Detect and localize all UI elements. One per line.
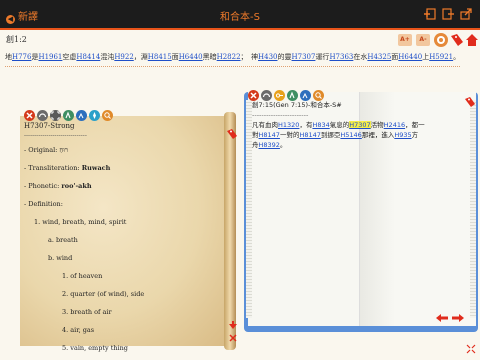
cross-reference-header: 創7:15(Gen 7:15)-和合本-S# xyxy=(252,101,342,109)
definition-item: 1. of heaven xyxy=(62,272,103,280)
arrow-right-icon[interactable] xyxy=(452,314,464,322)
headphones-icon[interactable] xyxy=(37,110,48,121)
chevron-left-icon: ◀ xyxy=(6,15,15,24)
strong-link[interactable]: H8415 xyxy=(148,53,172,61)
strong-link[interactable]: H8392 xyxy=(259,141,280,149)
verse-word: ； 神 xyxy=(240,53,259,61)
arrow-left-icon[interactable] xyxy=(436,314,448,322)
strong-link[interactable]: H7307 xyxy=(292,53,316,61)
verse-word: 面 xyxy=(171,53,179,61)
tag-icon[interactable] xyxy=(450,33,464,47)
compass-icon[interactable] xyxy=(89,110,100,121)
definition-item: 4. air, gas xyxy=(62,326,95,334)
strong-link[interactable]: H7363 xyxy=(329,53,353,61)
home-icon[interactable] xyxy=(465,33,479,47)
scroll-roll-edge xyxy=(224,112,236,350)
share-icon[interactable] xyxy=(460,8,472,20)
verse-word: 空虛 xyxy=(62,53,77,61)
strong-link[interactable]: H1320 xyxy=(278,121,299,129)
strong-header: H7307-Strong xyxy=(24,122,75,130)
definition-item: 1. wind, breath, mind, spirit xyxy=(34,218,127,226)
strong-link-highlighted[interactable]: H7307 xyxy=(349,121,371,129)
cross-reference-text: 創7:15(Gen 7:15)-和合本-S# -----------------… xyxy=(252,100,425,150)
strong-link[interactable]: H2822 xyxy=(217,53,241,61)
strong-link[interactable]: H430 xyxy=(258,53,277,61)
strong-link[interactable]: H6440 xyxy=(398,53,422,61)
definition-item: 2. quarter (of wind), side xyxy=(62,290,145,298)
font-down-button[interactable]: A- xyxy=(416,34,430,46)
definition-item: a. breath xyxy=(48,236,78,244)
arrow-down-icon[interactable] xyxy=(228,320,238,330)
verse-word: ，淵 xyxy=(133,53,148,61)
strong-link[interactable]: H8414 xyxy=(76,53,100,61)
strong-link[interactable]: H5921 xyxy=(429,53,453,61)
back-button[interactable]: ◀ 新譯 xyxy=(6,8,38,24)
strong-link[interactable]: H935 xyxy=(394,131,411,139)
strong-original: - Original: רוּחַ xyxy=(24,146,69,154)
bookmark-add-icon[interactable] xyxy=(424,8,436,20)
verse-word: 地 xyxy=(5,53,12,61)
font-up-button[interactable]: A+ xyxy=(398,34,412,46)
strong-divider: ------------------------------- xyxy=(24,132,87,139)
strong-link[interactable]: H1961 xyxy=(38,53,62,61)
definition-item: 5. vain, empty thing xyxy=(62,344,128,352)
divider xyxy=(5,66,460,67)
app-title: 和合本-S xyxy=(220,12,260,23)
page-edges-right xyxy=(470,100,476,318)
close-small-icon[interactable] xyxy=(228,334,238,342)
cross-reference-line: 舟H8392。 xyxy=(252,141,287,149)
strong-link[interactable]: H8147 xyxy=(299,131,320,139)
strong-link[interactable]: H6440 xyxy=(179,53,203,61)
tag-icon[interactable] xyxy=(226,128,238,140)
strong-link[interactable]: H922 xyxy=(114,53,133,61)
strong-link[interactable]: H776 xyxy=(12,53,31,61)
tag-icon[interactable] xyxy=(464,96,476,108)
verse-word: 黑暗 xyxy=(202,53,217,61)
definition-item: b. wind xyxy=(48,254,73,262)
cross-reference-line: 凡有血肉H1320，有H834氣息的H7307活物H2416，都一 xyxy=(252,121,425,129)
highlighter-icon[interactable] xyxy=(434,33,448,47)
verse-word: 在水 xyxy=(353,53,368,61)
strong-link[interactable]: H2416 xyxy=(384,121,405,129)
verse-word: 運行 xyxy=(315,53,330,61)
cross-reference-book-popup[interactable]: 創7:15(Gen 7:15)-和合本-S# -----------------… xyxy=(244,88,480,334)
verse-text: 地H776是H1961空虛H8414混沌H922，淵H8415面H6440黑暗H… xyxy=(5,52,475,63)
font-down-icon[interactable] xyxy=(76,110,87,121)
strong-link[interactable]: H5146 xyxy=(340,131,361,139)
strong-link[interactable]: H4325 xyxy=(367,53,391,61)
search-icon[interactable] xyxy=(102,110,113,121)
font-up-icon[interactable] xyxy=(63,110,74,121)
verse-word: 混沌 xyxy=(100,53,115,61)
cross-reference-line: 對H8147一對的H8147到挪亞H5146那裡，進入H935方 xyxy=(252,131,419,139)
strong-definition-label: - Definition: xyxy=(24,200,63,208)
strong-phonetic: - Phonetic: roo'-akh xyxy=(24,182,92,190)
top-bar: ◀ 新譯 和合本-S xyxy=(0,0,480,30)
verse-reference[interactable]: 創1:2 xyxy=(6,34,27,45)
expand-icon[interactable] xyxy=(50,110,61,121)
bookmark-remove-icon[interactable] xyxy=(442,8,454,20)
verse-word: 。 xyxy=(453,53,461,61)
strong-link[interactable]: H8147 xyxy=(259,131,280,139)
close-icon[interactable] xyxy=(24,110,35,121)
verse-word: 的靈 xyxy=(277,53,292,61)
back-label: 新譯 xyxy=(18,12,38,23)
strong-scroll-popup[interactable]: H7307-Strong ---------------------------… xyxy=(14,108,238,352)
strong-link[interactable]: H834 xyxy=(312,121,329,129)
strong-transliteration: - Transliteration: Ruwach xyxy=(24,164,111,172)
definition-item: 3. breath of air xyxy=(62,308,112,316)
cross-reference-divider: ------------------------ xyxy=(252,111,309,119)
resize-icon[interactable] xyxy=(466,344,476,354)
